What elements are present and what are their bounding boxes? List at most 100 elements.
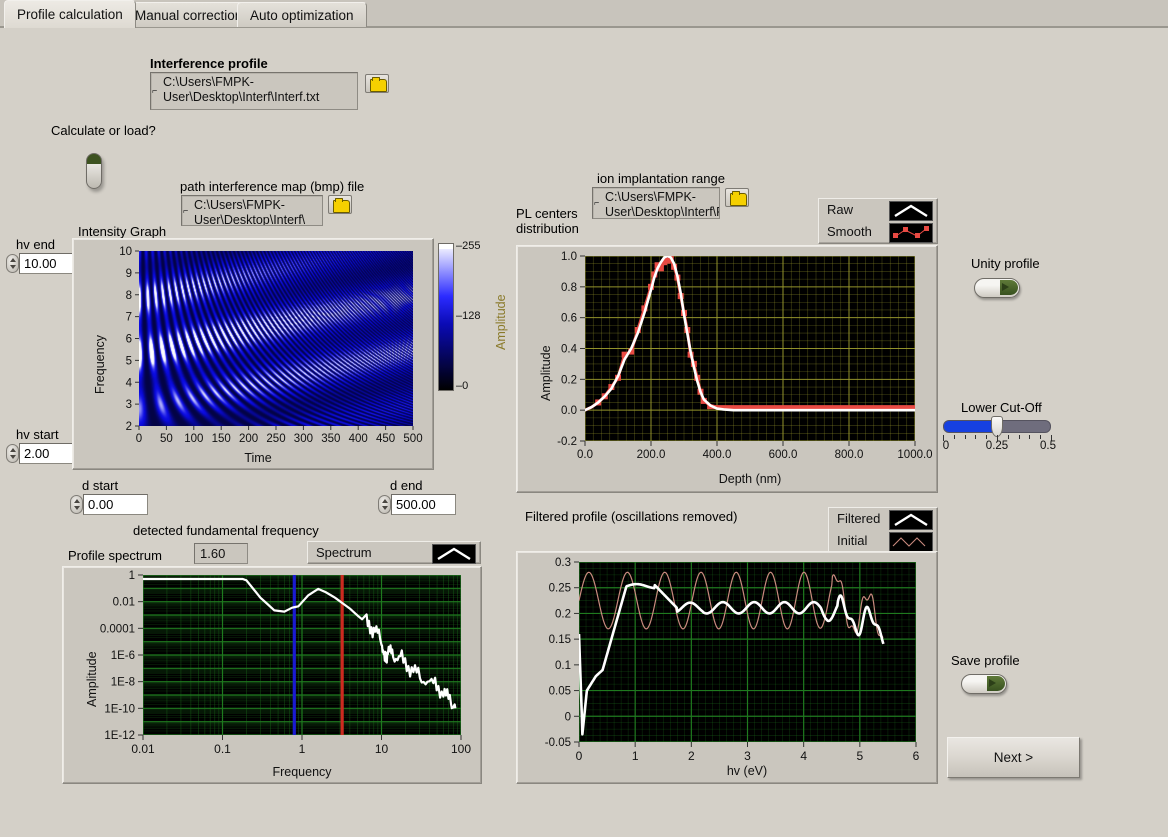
interference-profile-path-input[interactable]: ⌐ C:\Users\FMPK-User\Desktop\Interf\Inte… xyxy=(150,72,358,110)
svg-text:800.0: 800.0 xyxy=(835,449,864,461)
legend-label: Filtered xyxy=(837,511,881,526)
svg-text:0.4: 0.4 xyxy=(561,344,578,356)
ion-implantation-label: ion implantation range xyxy=(597,171,725,186)
switch-body xyxy=(86,153,102,189)
legend-swatch-markers-red[interactable] xyxy=(889,223,933,243)
spin-arrows-icon[interactable] xyxy=(6,444,19,463)
interference-map-label: path interference map (bmp) file xyxy=(180,179,365,194)
pl-distribution-legend[interactable]: Raw Smooth xyxy=(818,198,938,244)
path-glyph-icon: ⌐ xyxy=(152,85,158,96)
tab-profile-calculation[interactable]: Profile calculation xyxy=(4,0,136,28)
calculate-or-load-switch[interactable] xyxy=(86,153,102,189)
colorbar-white-cap xyxy=(439,244,453,249)
unity-profile-switch[interactable] xyxy=(974,278,1020,298)
next-button[interactable]: Next > xyxy=(947,737,1080,778)
d-start-value[interactable]: 0.00 xyxy=(83,494,148,515)
svg-text:2: 2 xyxy=(126,421,132,433)
profile-spectrum-frame: 1E-12 1E-10 1E-8 1E-6 0.0001 0.01 1 0.01 0.1 1 10 1… xyxy=(62,566,482,784)
svg-text:0.0: 0.0 xyxy=(561,405,577,417)
svg-text:300: 300 xyxy=(294,433,313,445)
d-end-value[interactable]: 500.00 xyxy=(391,494,456,515)
svg-text:1: 1 xyxy=(129,570,135,582)
lower-cutoff-label: Lower Cut-Off xyxy=(961,400,1042,415)
legend-swatch-line-white[interactable] xyxy=(889,510,933,530)
legend-item-spectrum[interactable]: Spectrum xyxy=(308,542,480,564)
hv-end-value[interactable]: 10.00 xyxy=(19,253,76,274)
svg-text:1: 1 xyxy=(632,749,639,763)
legend-item-filtered[interactable]: Filtered xyxy=(829,508,937,530)
unity-profile-label: Unity profile xyxy=(971,256,1040,271)
svg-text:500: 500 xyxy=(403,433,422,445)
slider-tick-label-min: 0 xyxy=(942,440,950,452)
intensity-colorbar[interactable] xyxy=(438,243,454,391)
spin-arrows-icon[interactable] xyxy=(378,495,391,514)
filtered-profile-plot[interactable] xyxy=(579,562,916,742)
spin-arrows-icon[interactable] xyxy=(6,254,19,273)
svg-text:0.01: 0.01 xyxy=(131,742,155,756)
pl-distribution-plot[interactable] xyxy=(585,256,915,441)
tab-strip: Profile calculation Manual correction Au… xyxy=(0,0,1168,28)
ion-implantation-path-input[interactable]: ⌐ C:\Users\FMPK-User\Desktop\Interf\RANG… xyxy=(592,187,720,219)
tab-auto-optimization[interactable]: Auto optimization xyxy=(237,2,367,27)
svg-text:0.05: 0.05 xyxy=(549,686,571,698)
fundamental-frequency-value: 1.60 xyxy=(194,543,248,564)
labview-front-panel: Profile calculation Manual correction Au… xyxy=(0,0,1168,837)
interference-map-path: C:\Users\FMPK-User\Desktop\Interf\ xyxy=(194,198,306,226)
svg-text:400: 400 xyxy=(349,433,368,445)
svg-text:9: 9 xyxy=(126,268,132,280)
profile-spectrum-plot[interactable] xyxy=(143,575,461,735)
intensity-graph-plot[interactable] xyxy=(139,251,413,426)
svg-text:6: 6 xyxy=(126,334,132,346)
svg-text:1E-6: 1E-6 xyxy=(111,650,135,662)
svg-text:-0.05: -0.05 xyxy=(545,737,571,749)
fundamental-frequency-label: detected fundamental frequency xyxy=(133,523,319,538)
pl-distribution-frame: -0.2 0.0 0.2 0.4 0.6 0.8 1.0 0.0 200.0 400.0 600.0… xyxy=(516,245,938,493)
slider-fill xyxy=(944,421,997,432)
d-start-label: d start xyxy=(82,478,119,493)
legend-label: Spectrum xyxy=(316,545,372,560)
svg-text:3: 3 xyxy=(744,749,751,763)
legend-label: Initial xyxy=(837,533,868,548)
ion-implantation-browse-button[interactable] xyxy=(725,188,749,207)
svg-text:0.25: 0.25 xyxy=(549,583,571,595)
svg-text:8: 8 xyxy=(126,290,132,302)
filtered-profile-legend[interactable]: Filtered Initial xyxy=(828,507,938,553)
hv-start-label: hv start xyxy=(16,427,59,442)
pl-distribution-title-line1: PL centers xyxy=(516,206,578,221)
svg-text:2: 2 xyxy=(688,749,695,763)
svg-text:0.0: 0.0 xyxy=(577,449,593,461)
svg-text:6: 6 xyxy=(913,749,920,763)
svg-text:4: 4 xyxy=(126,377,133,389)
svg-text:1000.0: 1000.0 xyxy=(897,449,932,461)
svg-text:200.0: 200.0 xyxy=(637,449,666,461)
svg-text:600.0: 600.0 xyxy=(769,449,798,461)
lower-cutoff-slider[interactable]: 0 0.25 0.5 xyxy=(942,416,1056,454)
profile-spectrum-xlabel: Frequency xyxy=(272,765,332,779)
spin-arrows-icon[interactable] xyxy=(70,495,83,514)
interference-map-browse-button[interactable] xyxy=(328,195,352,214)
legend-item-initial[interactable]: Initial xyxy=(829,530,937,552)
svg-text:200: 200 xyxy=(239,433,258,445)
svg-text:1E-10: 1E-10 xyxy=(104,703,135,715)
save-profile-label: Save profile xyxy=(951,653,1020,668)
svg-text:50: 50 xyxy=(160,433,173,445)
legend-item-raw[interactable]: Raw xyxy=(819,199,937,221)
interference-map-path-input[interactable]: ⌐ C:\Users\FMPK-User\Desktop\Interf\ xyxy=(181,195,323,226)
interference-profile-label: Interference profile xyxy=(150,56,268,71)
tab-manual-correction[interactable]: Manual correction xyxy=(122,2,256,27)
svg-text:10: 10 xyxy=(375,742,389,756)
svg-text:0: 0 xyxy=(565,711,571,723)
legend-swatch-line-white[interactable] xyxy=(432,544,476,564)
save-profile-switch[interactable] xyxy=(961,674,1007,694)
interference-profile-browse-button[interactable] xyxy=(365,74,389,93)
svg-text:5: 5 xyxy=(856,749,863,763)
hv-start-value[interactable]: 2.00 xyxy=(19,443,76,464)
legend-item-smooth[interactable]: Smooth xyxy=(819,221,937,243)
colorbar-label: Amplitude xyxy=(494,294,508,350)
legend-swatch-line-salmon[interactable] xyxy=(889,532,933,552)
slider-thumb[interactable] xyxy=(991,416,1003,437)
folder-icon xyxy=(333,198,350,213)
legend-swatch-line-white[interactable] xyxy=(889,201,933,221)
profile-spectrum-legend[interactable]: Spectrum xyxy=(307,541,481,564)
svg-text:5: 5 xyxy=(126,355,132,367)
